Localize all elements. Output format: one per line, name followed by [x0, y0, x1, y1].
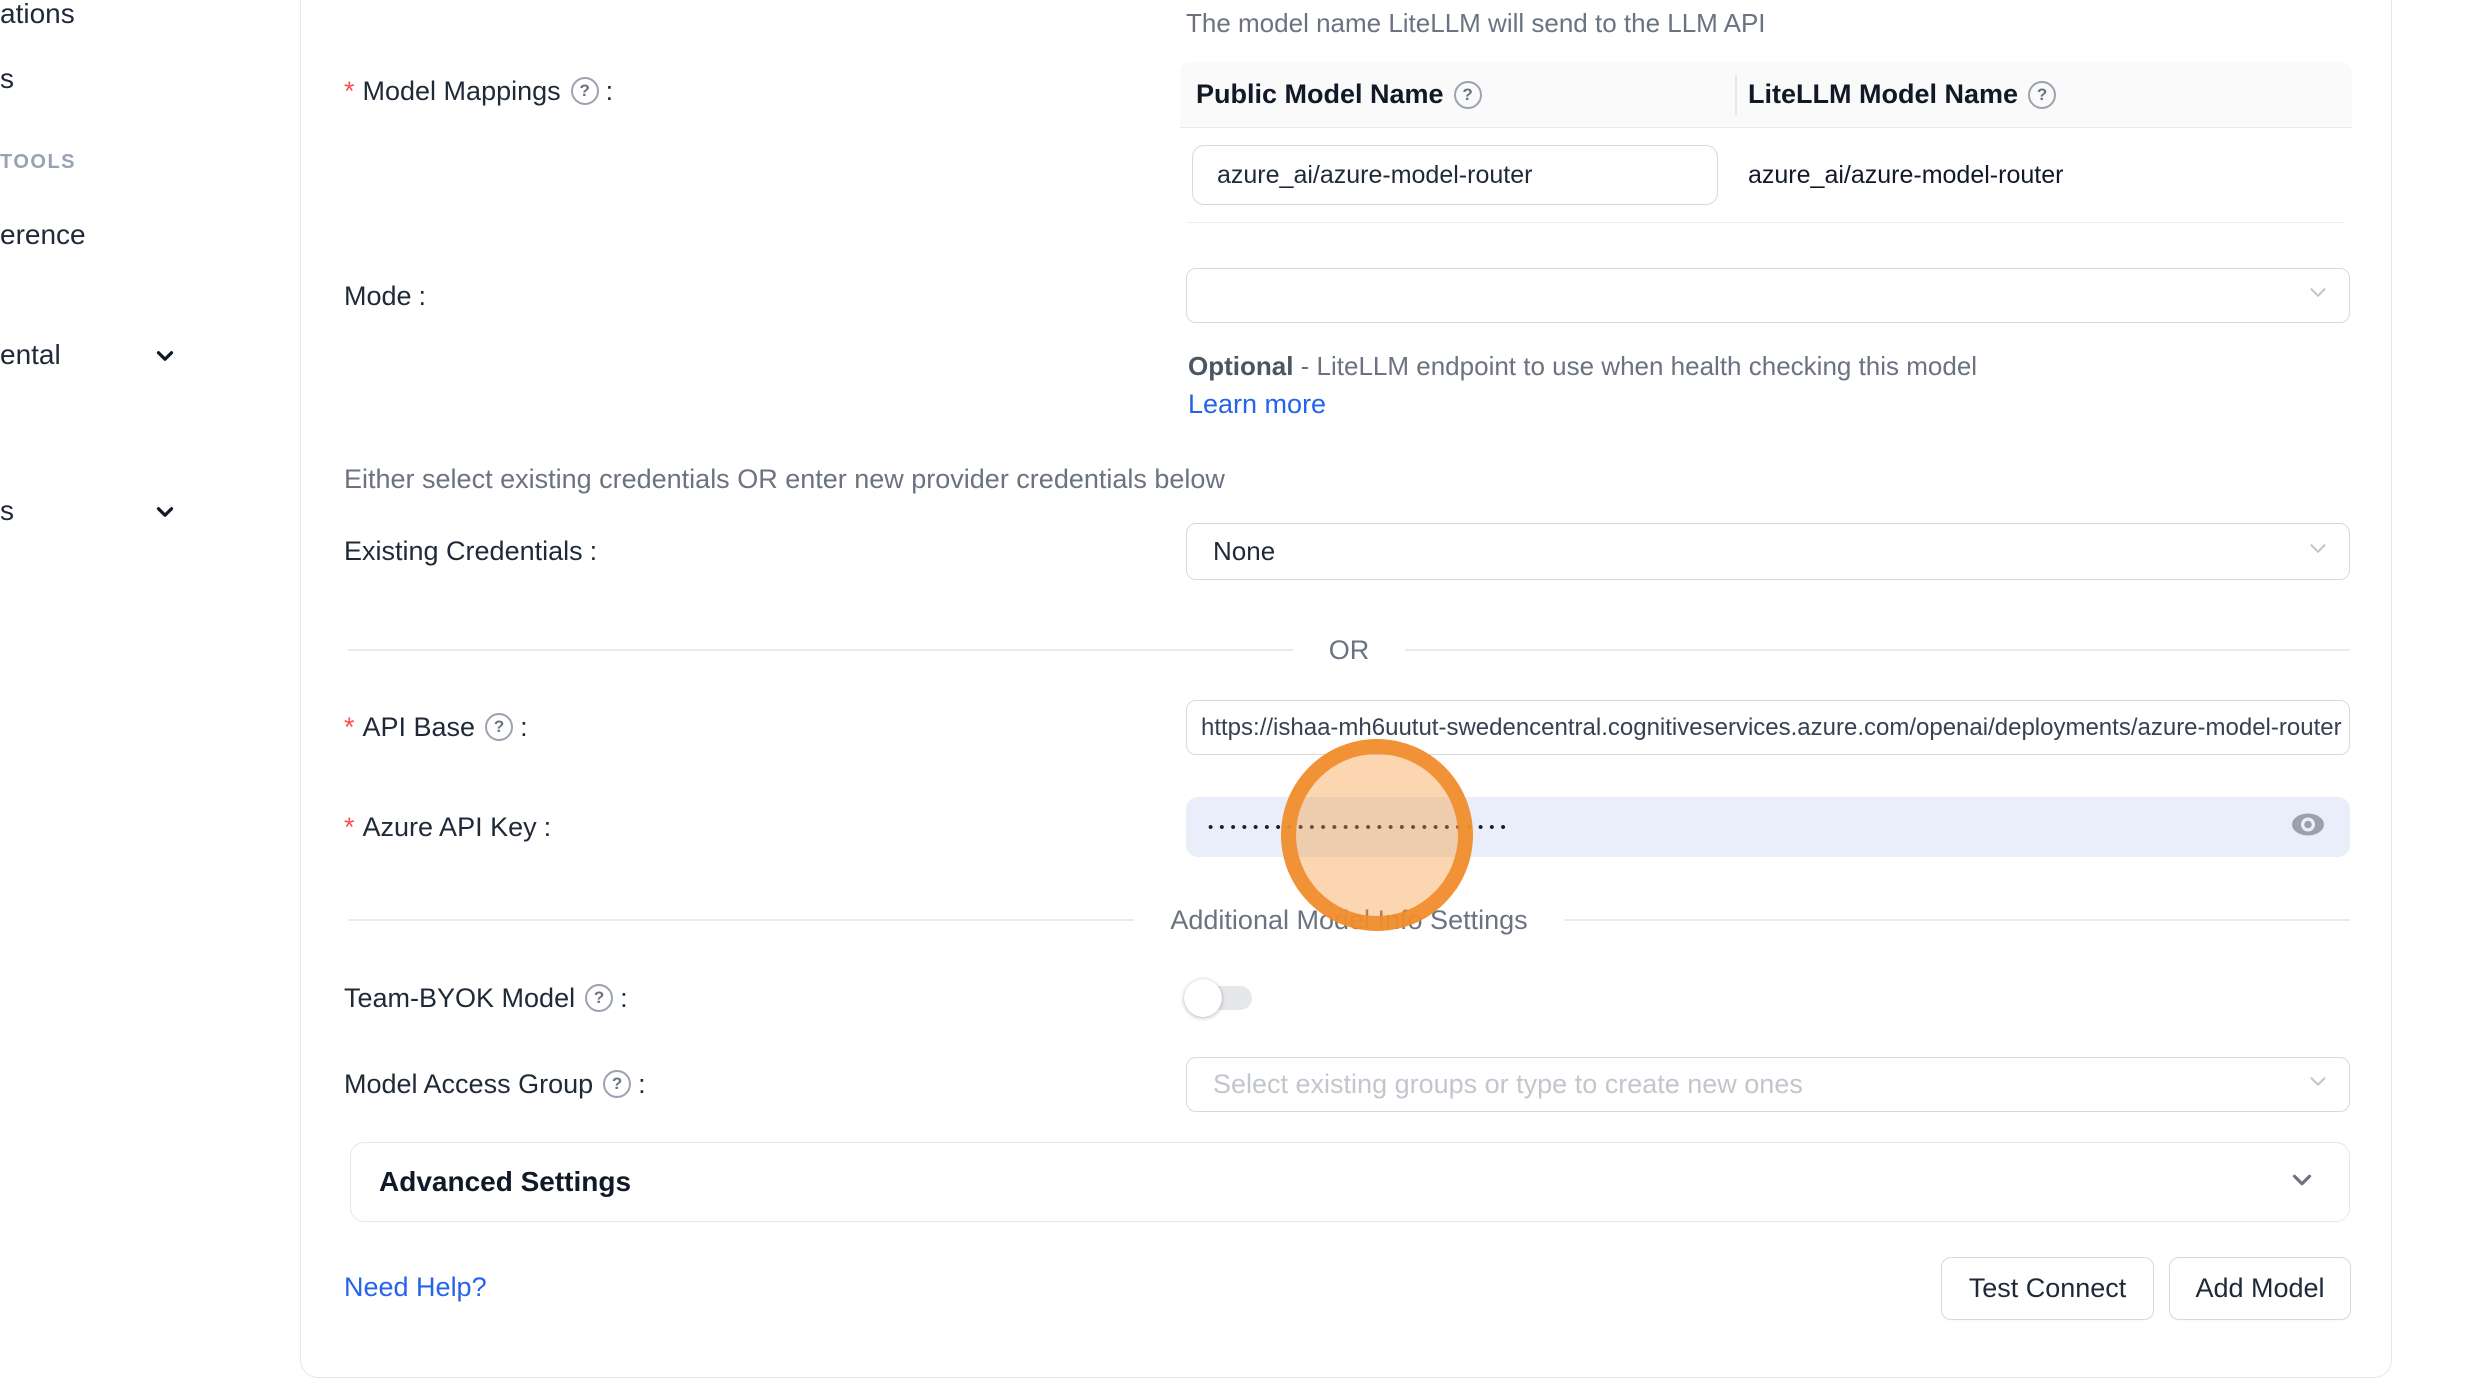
- advanced-settings-panel[interactable]: Advanced Settings: [350, 1142, 2350, 1222]
- model-mappings-table: Public Model Name ? LiteLLM Model Name ?…: [1180, 62, 2352, 223]
- sidebar-section-tools: TOOLS: [0, 151, 76, 174]
- model-access-group-select[interactable]: Select existing groups or type to create…: [1186, 1057, 2350, 1112]
- existing-credentials-label: Existing Credentials :: [344, 533, 597, 569]
- required-mark: *: [344, 76, 355, 107]
- col-litellm-model-name: LiteLLM Model Name ?: [1735, 79, 2056, 110]
- model-access-group-placeholder: Select existing groups or type to create…: [1213, 1069, 1803, 1100]
- litellm-model-name-value: azure_ai/azure-model-router: [1748, 128, 2063, 223]
- mode-hint: Optional - LiteLLM endpoint to use when …: [1188, 347, 1993, 423]
- chevron-down-icon: [2305, 1068, 2331, 1101]
- chevron-down-icon: [2305, 279, 2331, 312]
- col-public-model-name: Public Model Name ?: [1180, 79, 1735, 110]
- need-help-link[interactable]: Need Help?: [344, 1272, 487, 1303]
- help-icon[interactable]: ?: [2028, 81, 2056, 109]
- help-icon[interactable]: ?: [603, 1070, 631, 1098]
- chevron-down-icon: [2305, 535, 2331, 568]
- sidebar-item-settings[interactable]: s: [0, 495, 14, 527]
- chevron-down-icon[interactable]: [152, 343, 178, 374]
- test-connect-button[interactable]: Test Connect: [1941, 1257, 2154, 1320]
- eye-icon[interactable]: [2290, 811, 2326, 844]
- azure-api-key-label: * Azure API Key :: [344, 809, 551, 845]
- help-icon[interactable]: ?: [585, 984, 613, 1012]
- or-text: OR: [1329, 635, 1370, 666]
- sidebar-item-inference[interactable]: erence: [0, 219, 86, 251]
- table-header-row: Public Model Name ? LiteLLM Model Name ?: [1180, 62, 2352, 128]
- required-mark: *: [344, 712, 355, 743]
- existing-credentials-value: None: [1213, 536, 1275, 567]
- sidebar-item-models[interactable]: s: [0, 63, 14, 95]
- chevron-down-icon[interactable]: [152, 499, 178, 530]
- public-model-name-input[interactable]: azure_ai/azure-model-router: [1192, 145, 1718, 205]
- api-base-label: * API Base ? :: [344, 709, 528, 745]
- or-divider: OR: [348, 636, 2350, 664]
- existing-credentials-select[interactable]: None: [1186, 523, 2350, 580]
- help-icon[interactable]: ?: [1454, 81, 1482, 109]
- help-icon[interactable]: ?: [485, 713, 513, 741]
- table-row: azure_ai/azure-model-router azure_ai/azu…: [1180, 128, 2352, 223]
- sidebar-item-organizations[interactable]: ations: [0, 0, 75, 30]
- sidebar-item-experimental[interactable]: ental: [0, 339, 61, 371]
- team-byok-label: Team-BYOK Model ? :: [344, 980, 628, 1016]
- click-highlight-circle: [1281, 739, 1473, 931]
- credentials-note: Either select existing credentials OR en…: [344, 464, 1225, 495]
- column-divider: [1735, 75, 1737, 115]
- add-model-page: ations s TOOLS erence ental s The model …: [0, 0, 2477, 1385]
- advanced-settings-label: Advanced Settings: [379, 1166, 631, 1198]
- add-model-button[interactable]: Add Model: [2169, 1257, 2351, 1320]
- chevron-down-icon: [2287, 1165, 2317, 1200]
- team-byok-toggle-knob[interactable]: [1184, 979, 1222, 1017]
- model-access-group-label: Model Access Group ? :: [344, 1066, 646, 1102]
- required-mark: *: [344, 812, 355, 843]
- mode-label: Mode :: [344, 278, 426, 314]
- model-name-hint: The model name LiteLLM will send to the …: [1186, 8, 1766, 39]
- learn-more-link[interactable]: Learn more: [1188, 389, 1326, 419]
- mode-select[interactable]: [1186, 268, 2350, 323]
- model-mappings-label: * Model Mappings ? :: [344, 73, 613, 109]
- help-icon[interactable]: ?: [571, 77, 599, 105]
